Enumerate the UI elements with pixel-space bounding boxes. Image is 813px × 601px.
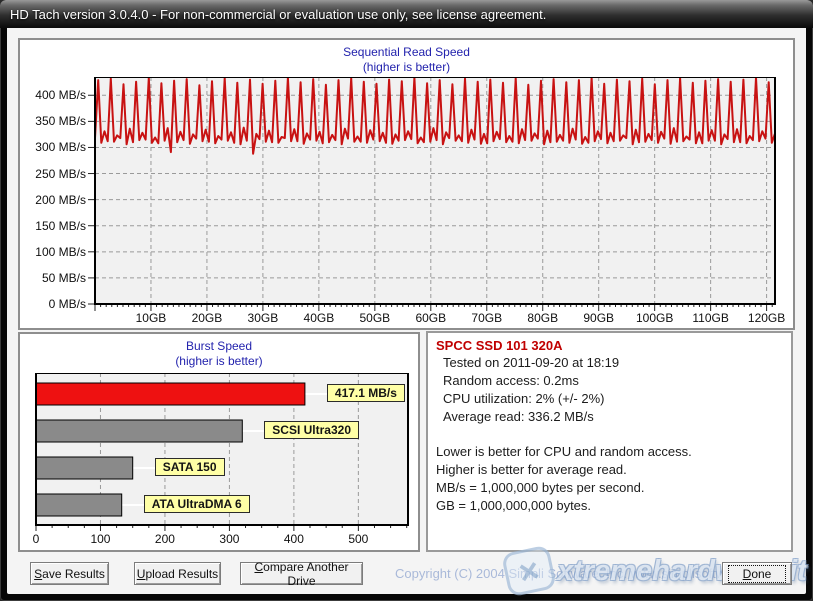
note-mbs-def: MB/s = 1,000,000 bytes per second. [436, 479, 783, 497]
done-button[interactable]: Done [722, 562, 792, 585]
x-axis-label: 500 [338, 532, 378, 546]
hdtach-window: HD Tach version 3.0.4.0 - For non-commer… [0, 0, 813, 601]
x-axis-label: 20GB [182, 311, 232, 325]
compare-another-drive-button[interactable]: Compare Another Drive [240, 562, 363, 585]
x-axis-label: 110GB [686, 311, 736, 325]
tested-on-line: Tested on 2011-09-20 at 18:19 [443, 354, 783, 372]
upload-results-button[interactable]: Upload Results [134, 562, 221, 585]
x-axis-label: 120GB [742, 311, 792, 325]
burst-chart-title: Burst Speed [20, 334, 418, 354]
window-title: HD Tach version 3.0.4.0 - For non-commer… [0, 7, 546, 22]
average-read-line: Average read: 336.2 MB/s [443, 408, 783, 426]
note-higher-better: Higher is better for average read. [436, 461, 783, 479]
burst-speed-panel: Burst Speed (higher is better) 417.1 MB/… [18, 332, 420, 552]
bar-label: SCSI Ultra320 [264, 421, 359, 439]
drive-name: SPCC SSD 101 320A [436, 337, 783, 354]
x-axis-label: 40GB [294, 311, 344, 325]
y-axis-label: 100 MB/s [20, 245, 86, 259]
drive-info-panel: SPCC SSD 101 320A Tested on 2011-09-20 a… [426, 331, 793, 552]
x-axis-label: 50GB [350, 311, 400, 325]
x-axis-label: 60GB [406, 311, 456, 325]
copyright-text: Copyright (C) 2004 Simpli Software, Inc.… [395, 566, 772, 581]
x-axis-label: 0 [16, 532, 56, 546]
bar-label: SATA 150 [155, 458, 225, 476]
x-axis-label: 100GB [630, 311, 680, 325]
done-label: Done [729, 566, 786, 582]
x-axis-label: 400 [274, 532, 314, 546]
sequential-read-panel: Sequential Read Speed (higher is better)… [18, 38, 795, 330]
window-client-area: Sequential Read Speed (higher is better)… [7, 28, 806, 594]
random-access-line: Random access: 0.2ms [443, 372, 783, 390]
x-axis-label: 100 [80, 532, 120, 546]
save-results-label: Save Results [34, 567, 105, 581]
drive-details: Tested on 2011-09-20 at 18:19 Random acc… [436, 354, 783, 426]
y-axis-label: 400 MB/s [20, 88, 86, 102]
x-axis-label: 30GB [238, 311, 288, 325]
sequential-chart-subtitle: (higher is better) [20, 60, 793, 75]
x-axis-label: 300 [209, 532, 249, 546]
note-gb-def: GB = 1,000,000,000 bytes. [436, 497, 783, 515]
y-axis-label: 0 MB/s [20, 297, 86, 311]
sequential-read-plot [86, 77, 778, 317]
y-axis-label: 150 MB/s [20, 219, 86, 233]
x-axis-label: 90GB [574, 311, 624, 325]
bar-label: ATA UltraDMA 6 [144, 495, 250, 513]
note-lower-better: Lower is better for CPU and random acces… [436, 443, 783, 461]
sequential-chart-title: Sequential Read Speed [20, 40, 793, 60]
upload-results-label: Upload Results [137, 567, 218, 581]
x-axis-label: 200 [145, 532, 185, 546]
window-titlebar[interactable]: HD Tach version 3.0.4.0 - For non-commer… [0, 0, 813, 28]
y-axis-label: 300 MB/s [20, 140, 86, 154]
x-axis-label: 80GB [518, 311, 568, 325]
x-axis-label: 10GB [126, 311, 176, 325]
cpu-utilization-line: CPU utilization: 2% (+/- 2%) [443, 390, 783, 408]
x-axis-label: 70GB [462, 311, 512, 325]
burst-chart-subtitle: (higher is better) [20, 354, 418, 369]
y-axis-label: 200 MB/s [20, 193, 86, 207]
y-axis-label: 50 MB/s [20, 271, 86, 285]
compare-drive-label: Compare Another Drive [241, 560, 362, 588]
legend-notes: Lower is better for CPU and random acces… [436, 443, 783, 515]
y-axis-label: 250 MB/s [20, 167, 86, 181]
y-axis-label: 350 MB/s [20, 114, 86, 128]
save-results-button[interactable]: Save Results [30, 562, 109, 585]
bar-label: 417.1 MB/s [327, 384, 405, 402]
